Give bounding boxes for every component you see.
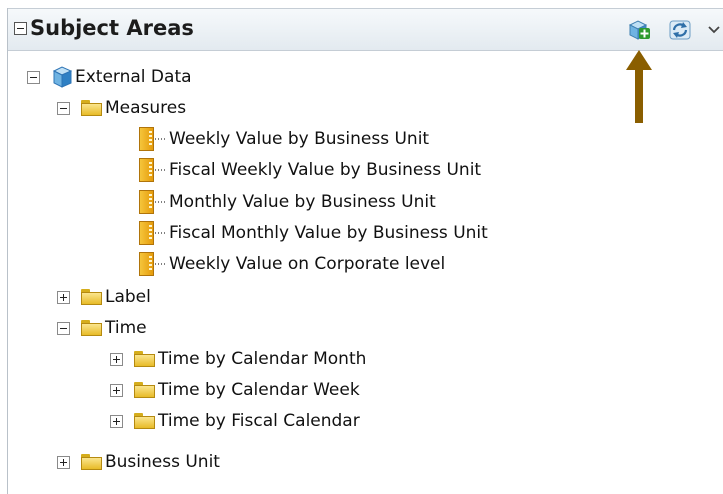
folder-icon — [80, 288, 103, 306]
subject-areas-panel: Subject Areas External Data Measures Wee… — [7, 8, 723, 494]
folder-icon — [133, 412, 156, 430]
collapse-toggle[interactable] — [27, 70, 40, 84]
refresh-icon[interactable] — [668, 19, 692, 41]
panel-header: Subject Areas — [8, 8, 723, 51]
tree-node-label: Fiscal Weekly Value by Business Unit — [169, 160, 482, 180]
expand-toggle[interactable] — [57, 290, 70, 304]
tree-connector — [155, 263, 166, 265]
chevron-down-icon[interactable] — [707, 24, 721, 36]
tree-connector — [155, 201, 166, 203]
tree-node-label: Measures — [105, 98, 187, 118]
folder-icon — [80, 99, 103, 117]
tree-node-measure[interactable]: Fiscal Monthly Value by Business Unit — [139, 219, 488, 247]
tree-node-measures[interactable]: Measures — [57, 94, 186, 122]
measure-icon — [139, 252, 154, 276]
measure-icon — [139, 158, 154, 182]
subject-area-cube-icon — [52, 66, 73, 88]
tree-node-label-folder[interactable]: Label — [57, 283, 151, 311]
folder-icon — [80, 319, 103, 337]
expand-toggle[interactable] — [110, 383, 123, 397]
tree-node-measure[interactable]: Monthly Value by Business Unit — [139, 188, 436, 216]
tree-node-label: Fiscal Monthly Value by Business Unit — [169, 223, 488, 243]
folder-icon — [133, 381, 156, 399]
tree-node-label: Monthly Value by Business Unit — [169, 192, 436, 212]
tree-node-measure[interactable]: Weekly Value on Corporate level — [139, 250, 445, 278]
tree-node-time-child[interactable]: Time by Calendar Week — [110, 376, 360, 404]
tree-node-time-child[interactable]: Time by Fiscal Calendar — [110, 407, 360, 435]
measure-icon — [139, 127, 154, 151]
folder-icon — [80, 453, 103, 471]
tree-node-business-unit[interactable]: Business Unit — [57, 448, 220, 476]
tree-node-time-child[interactable]: Time by Calendar Month — [110, 345, 366, 373]
tree-node-measure[interactable]: Fiscal Weekly Value by Business Unit — [139, 156, 481, 184]
tree-node-external-data[interactable]: External Data — [27, 63, 192, 91]
tree-node-label: Weekly Value by Business Unit — [169, 129, 430, 149]
tree-node-time[interactable]: Time — [57, 314, 147, 342]
folder-icon — [133, 350, 156, 368]
collapse-toggle[interactable] — [57, 101, 70, 115]
tree-node-label: Business Unit — [105, 452, 220, 472]
tree-connector — [155, 232, 166, 234]
expand-toggle[interactable] — [57, 455, 70, 469]
callout-arrow — [626, 50, 652, 123]
add-subject-area-icon[interactable] — [627, 19, 651, 41]
tree-connector — [155, 169, 166, 171]
tree-node-label: Time by Calendar Month — [158, 349, 367, 369]
tree-node-label: Weekly Value on Corporate level — [169, 254, 446, 274]
measure-icon — [139, 221, 154, 245]
tree-node-measure[interactable]: Weekly Value by Business Unit — [139, 125, 429, 153]
expand-toggle[interactable] — [110, 352, 123, 366]
collapse-panel-toggle[interactable] — [14, 22, 27, 35]
expand-toggle[interactable] — [110, 414, 123, 428]
tree-node-label: External Data — [75, 67, 192, 87]
panel-title: Subject Areas — [30, 16, 194, 40]
collapse-toggle[interactable] — [57, 321, 70, 335]
tree-node-label: Time — [105, 318, 147, 338]
tree-connector — [155, 138, 166, 140]
tree-node-label: Time by Calendar Week — [158, 380, 360, 400]
tree-node-label: Time by Fiscal Calendar — [158, 411, 360, 431]
tree-node-label: Label — [105, 287, 151, 307]
measure-icon — [139, 190, 154, 214]
